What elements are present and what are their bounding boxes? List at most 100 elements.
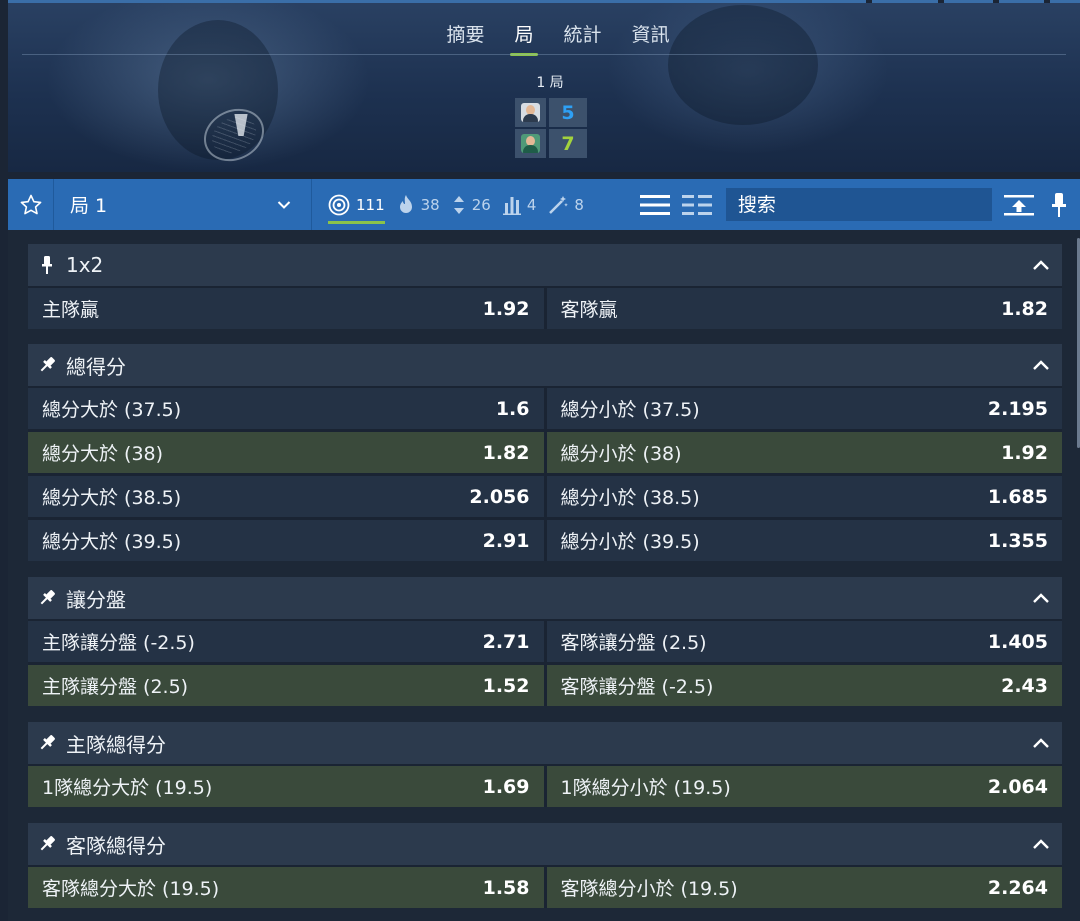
odds-value: 1.685 xyxy=(987,485,1048,508)
grid-view-icon[interactable] xyxy=(681,193,712,217)
selection-label: 總分大於 (38) xyxy=(42,443,164,465)
chevron-up-icon[interactable] xyxy=(1032,592,1050,604)
filter-specials[interactable]: 8 xyxy=(548,179,584,230)
odds-button[interactable]: 1隊總分小於 (19.5) 2.064 xyxy=(546,766,1062,807)
match-tabs: 摘要 局 統計 資訊 xyxy=(8,18,1080,56)
pin-tilted-icon[interactable] xyxy=(38,589,56,607)
table-row: 主隊贏 1.92 客隊贏 1.82 xyxy=(28,288,1062,329)
filter-all[interactable]: 111 xyxy=(328,179,385,230)
odds-button[interactable]: 總分大於 (39.5) 2.91 xyxy=(28,520,544,561)
star-icon xyxy=(20,194,41,214)
market-rows: 總分大於 (37.5) 1.6 總分小於 (37.5) 2.195 總分大於 (38… xyxy=(28,386,1062,561)
odds-button[interactable]: 總分小於 (38) 1.92 xyxy=(546,432,1062,473)
tab-summary[interactable]: 摘要 xyxy=(444,18,486,56)
list-view-icon[interactable] xyxy=(639,193,670,217)
scoreboard: 1 局 5 7 xyxy=(513,72,593,160)
market-title: 1x2 xyxy=(66,253,104,277)
score-row-away: 7 xyxy=(515,129,593,158)
odds-button[interactable]: 總分小於 (39.5) 1.355 xyxy=(546,520,1062,561)
market-header[interactable]: 主隊總得分 xyxy=(28,722,1062,764)
filter-count: 4 xyxy=(526,195,537,214)
odds-value: 1.92 xyxy=(1001,441,1048,464)
market-header[interactable]: 1x2 xyxy=(28,244,1062,286)
odds-button[interactable]: 總分小於 (37.5) 2.195 xyxy=(546,388,1062,429)
table-row: 總分大於 (37.5) 1.6 總分小於 (37.5) 2.195 xyxy=(28,388,1062,429)
pin-icon[interactable] xyxy=(42,255,52,275)
odds-value: 1.69 xyxy=(482,775,530,798)
odds-button[interactable]: 客隊讓分盤 (-2.5) 2.43 xyxy=(546,665,1062,706)
search-input[interactable] xyxy=(737,193,992,216)
target-icon xyxy=(328,194,350,215)
table-row: 總分大於 (38.5) 2.056 總分小於 (38.5) 1.685 xyxy=(28,476,1062,517)
pin-tilted-icon[interactable] xyxy=(38,356,56,374)
chevron-up-icon[interactable] xyxy=(1032,737,1050,749)
odds-button[interactable]: 主隊讓分盤 (-2.5) 2.71 xyxy=(28,621,544,662)
chevron-up-icon[interactable] xyxy=(1032,359,1050,371)
odds-value: 1.405 xyxy=(987,630,1048,653)
market-header[interactable]: 總得分 xyxy=(28,344,1062,386)
search-box xyxy=(725,188,992,221)
market-filters: 111 38 26 4 8 xyxy=(312,179,584,230)
filter-stats[interactable]: 4 xyxy=(502,179,537,230)
chevron-up-icon[interactable] xyxy=(1032,259,1050,271)
market-home-total: 主隊總得分 1隊總分大於 (19.5) 1.69 1隊總分小於 (19.5) 2.0… xyxy=(28,722,1062,807)
table-row: 客隊總分大於 (19.5) 1.58 客隊總分小於 (19.5) 2.264 xyxy=(28,867,1062,908)
odds-button[interactable]: 總分小於 (38.5) 1.685 xyxy=(546,476,1062,517)
pin-icon[interactable] xyxy=(1051,192,1066,218)
period-select[interactable]: 局 1 xyxy=(54,179,312,230)
market-title: 客隊總得分 xyxy=(66,833,166,858)
filter-totals[interactable]: 26 xyxy=(452,179,491,230)
odds-button[interactable]: 1隊總分大於 (19.5) 1.69 xyxy=(28,766,544,807)
pin-tilted-icon[interactable] xyxy=(38,734,56,752)
market-rows: 主隊贏 1.92 客隊贏 1.82 xyxy=(28,286,1062,329)
tab-info[interactable]: 資訊 xyxy=(630,18,672,56)
market-toolbar: 局 1 111 38 26 4 8 xyxy=(8,179,1080,230)
odds-value: 2.91 xyxy=(482,529,530,552)
market-header[interactable]: 客隊總得分 xyxy=(28,823,1062,865)
filter-popular[interactable]: 38 xyxy=(397,179,440,230)
odds-value: 1.82 xyxy=(1001,297,1048,320)
avatar xyxy=(515,129,546,158)
collapse-all-icon[interactable] xyxy=(1003,194,1034,216)
selection-label: 總分小於 (38.5) xyxy=(560,487,700,509)
tab-stats[interactable]: 統計 xyxy=(562,18,604,56)
odds-button[interactable]: 客隊總分大於 (19.5) 1.58 xyxy=(28,867,544,908)
wand-icon xyxy=(549,195,569,214)
chevron-up-icon[interactable] xyxy=(1032,838,1050,850)
pin-tilted-icon[interactable] xyxy=(38,835,56,853)
odds-button[interactable]: 客隊總分小於 (19.5) 2.264 xyxy=(546,867,1062,908)
table-row: 總分大於 (39.5) 2.91 總分小於 (39.5) 1.355 xyxy=(28,520,1062,561)
filter-count: 8 xyxy=(574,195,584,214)
selection-label: 主隊讓分盤 (2.5) xyxy=(42,676,189,698)
market-title: 總得分 xyxy=(66,354,126,379)
odds-button[interactable]: 總分大於 (38) 1.82 xyxy=(28,432,544,473)
favorite-button[interactable] xyxy=(8,179,54,230)
toolbar-end-controls xyxy=(1003,192,1066,218)
selection-label: 總分大於 (37.5) xyxy=(42,399,182,421)
table-row: 主隊讓分盤 (-2.5) 2.71 客隊讓分盤 (2.5) 1.405 xyxy=(28,621,1062,662)
odds-button[interactable]: 客隊讓分盤 (2.5) 1.405 xyxy=(546,621,1062,662)
odds-button[interactable]: 主隊讓分盤 (2.5) 1.52 xyxy=(28,665,544,706)
tab-sets[interactable]: 局 xyxy=(510,18,538,56)
selection-label: 客隊讓分盤 (2.5) xyxy=(560,632,707,654)
filter-count: 111 xyxy=(356,195,385,214)
odds-button[interactable]: 總分大於 (37.5) 1.6 xyxy=(28,388,544,429)
market-handicap: 讓分盤 主隊讓分盤 (-2.5) 2.71 客隊讓分盤 (2.5) 1.405 主隊… xyxy=(28,577,1062,706)
chevron-down-icon xyxy=(277,200,291,209)
market-away-total: 客隊總得分 客隊總分大於 (19.5) 1.58 客隊總分小於 (19.5) 2.2… xyxy=(28,823,1062,908)
odds-value: 2.064 xyxy=(987,775,1048,798)
market-header[interactable]: 讓分盤 xyxy=(28,577,1062,619)
odds-button[interactable]: 客隊贏 1.82 xyxy=(546,288,1062,329)
flame-icon xyxy=(399,194,412,213)
odds-button[interactable]: 總分大於 (38.5) 2.056 xyxy=(28,476,544,517)
selection-label: 客隊總分大於 (19.5) xyxy=(42,878,220,900)
home-score: 5 xyxy=(549,98,587,127)
score-row-home: 5 xyxy=(515,98,593,127)
market-title: 讓分盤 xyxy=(66,587,126,612)
avatar xyxy=(515,98,546,127)
market-total-points: 總得分 總分大於 (37.5) 1.6 總分小於 (37.5) 2.195 總分大於… xyxy=(28,344,1062,561)
selection-label: 客隊贏 xyxy=(560,299,618,321)
odds-value: 1.355 xyxy=(987,529,1048,552)
selection-label: 總分小於 (38) xyxy=(560,443,682,465)
odds-button[interactable]: 主隊贏 1.92 xyxy=(28,288,544,329)
